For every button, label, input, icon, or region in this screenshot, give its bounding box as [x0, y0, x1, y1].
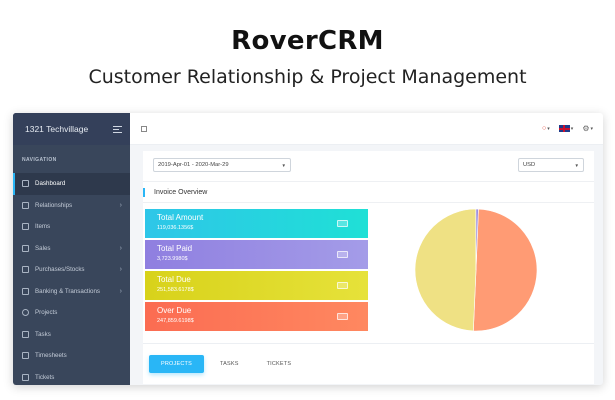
sidebar-item-label: Banking & Transactions	[35, 287, 101, 295]
sidebar-item-dashboard[interactable]: Dashboard	[13, 173, 130, 195]
fullscreen-icon[interactable]	[141, 125, 147, 132]
stat-total-paid[interactable]: Total Paid 3,723.9980$	[145, 240, 368, 269]
dashboard-card: 2019-Apr-01 - 2020-Mar-29 ▼ USD ▼ Invoic…	[143, 151, 594, 384]
chevron-right-icon: ›	[119, 287, 122, 295]
tab-tickets[interactable]: TICKETS	[255, 355, 304, 373]
bottom-tabs: PROJECTS TASKS TICKETS	[143, 343, 594, 384]
projects-icon	[22, 309, 29, 317]
invoice-overview-header: Invoice Overview	[143, 181, 594, 203]
date-range-select[interactable]: 2019-Apr-01 - 2020-Mar-29 ▼	[153, 158, 291, 172]
card-icon	[337, 251, 348, 258]
sidebar-item-label: Purchases/Stocks	[35, 266, 85, 274]
invoice-overview-title: Invoice Overview	[154, 188, 208, 196]
ticket-icon	[22, 373, 29, 381]
users-icon	[22, 201, 29, 209]
invoice-stats: Total Amount 119,036.1356$ Total Paid 3,…	[145, 209, 368, 333]
menu-toggle-icon[interactable]	[113, 125, 122, 133]
chevron-right-icon: ›	[119, 201, 122, 209]
sidebar-item-label: Items	[35, 223, 51, 231]
stat-total-due[interactable]: Total Due 251,583.6178$	[145, 271, 368, 300]
currency-value: USD	[523, 162, 536, 168]
chevron-right-icon: ›	[119, 244, 122, 252]
chevron-down-icon: ▾	[590, 125, 593, 132]
chevron-right-icon: ›	[119, 266, 122, 274]
sidebar-item-label: Tickets	[35, 373, 55, 381]
card-icon	[337, 282, 348, 289]
currency-select[interactable]: USD ▼	[518, 158, 584, 172]
settings-button[interactable]: ⚙ ▾	[582, 124, 593, 133]
uk-flag-icon	[558, 125, 570, 132]
filters-row: 2019-Apr-01 - 2020-Mar-29 ▼ USD ▼	[143, 151, 594, 179]
chevron-down-icon: ▾	[547, 125, 550, 132]
bank-icon	[22, 287, 29, 295]
sidebar-item-label: Tasks	[35, 330, 51, 338]
invoice-pie-chart	[414, 208, 538, 332]
sidebar-item-purchases-stocks[interactable]: Purchases/Stocks ›	[13, 259, 130, 281]
company-name: 1321 Techvillage	[25, 124, 89, 134]
sidebar-item-timesheets[interactable]: Timesheets	[13, 345, 130, 367]
date-range-value: 2019-Apr-01 - 2020-Mar-29	[158, 162, 229, 168]
sidebar-menu: Dashboard Relationships › Items Sales › Purcha…	[13, 173, 130, 385]
calendar-icon	[22, 352, 29, 360]
sidebar-item-label: Dashboard	[35, 180, 66, 188]
box-icon	[22, 223, 29, 231]
gear-icon: ⚙	[582, 124, 590, 133]
sidebar-item-items[interactable]: Items	[13, 216, 130, 238]
card-icon	[337, 313, 348, 320]
stat-total-amount[interactable]: Total Amount 119,036.1356$	[145, 209, 368, 238]
sidebar-item-label: Sales	[35, 244, 51, 252]
sidebar-item-label: Relationships	[35, 201, 73, 209]
sidebar-item-relationships[interactable]: Relationships ›	[13, 195, 130, 217]
bell-icon: ○	[542, 125, 547, 132]
notifications-button[interactable]: ○ ▾	[542, 125, 550, 132]
topbar: ○ ▾ ▾ ⚙ ▾	[130, 113, 603, 145]
home-icon	[22, 180, 29, 188]
section-accent	[143, 187, 145, 197]
tasks-icon	[22, 330, 29, 338]
sidebar-item-sales[interactable]: Sales ›	[13, 238, 130, 260]
chevron-down-icon: ▼	[281, 162, 286, 168]
hero-title: RoverCRM	[231, 26, 384, 56]
sidebar-header: 1321 Techvillage	[13, 113, 130, 145]
tab-tasks[interactable]: TASKS	[208, 355, 251, 373]
sidebar-item-banking-transactions[interactable]: Banking & Transactions ›	[13, 281, 130, 303]
app-window: 1321 Techvillage NAVIGATION Dashboard Rel…	[13, 113, 603, 385]
sidebar-item-label: Timesheets	[35, 352, 67, 360]
nav-section-label: NAVIGATION	[22, 157, 57, 163]
pie-slice-0[interactable]	[473, 208, 538, 332]
stat-over-due[interactable]: Over Due 247,859.6198$	[145, 302, 368, 331]
tab-projects[interactable]: PROJECTS	[149, 355, 204, 373]
language-selector[interactable]: ▾	[558, 125, 574, 132]
chevron-down-icon: ▼	[574, 162, 579, 168]
sidebar: 1321 Techvillage NAVIGATION Dashboard Rel…	[13, 113, 130, 385]
sidebar-item-tickets[interactable]: Tickets	[13, 367, 130, 386]
sales-icon	[22, 244, 29, 252]
sidebar-item-label: Projects	[35, 309, 58, 317]
card-icon	[337, 220, 348, 227]
sidebar-item-tasks[interactable]: Tasks	[13, 324, 130, 346]
chevron-down-icon: ▾	[570, 125, 574, 132]
hero-subtitle: Customer Relationship & Project Manageme…	[88, 66, 527, 88]
pie-slice-1[interactable]	[414, 208, 477, 332]
main-content: ○ ▾ ▾ ⚙ ▾ 2019-Apr-01 - 2020-Mar-29 ▼ US…	[130, 113, 603, 385]
sidebar-item-projects[interactable]: Projects	[13, 302, 130, 324]
cart-icon	[22, 266, 29, 274]
